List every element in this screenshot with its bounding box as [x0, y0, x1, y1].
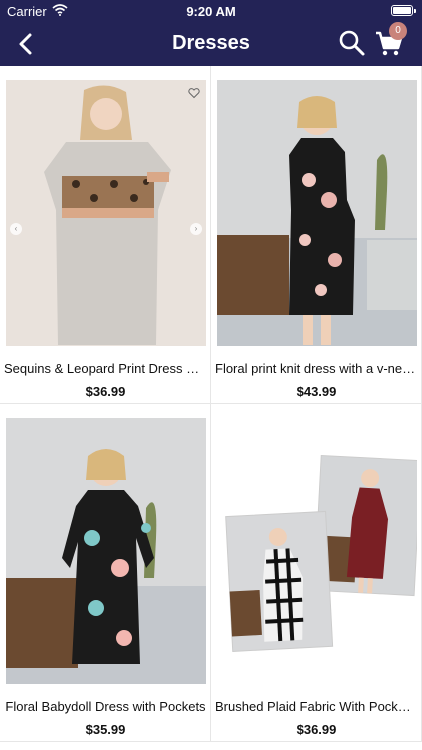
clock: 9:20 AM	[186, 4, 236, 19]
product-name: Floral Babydoll Dress with Pockets	[5, 699, 206, 714]
favorite-button[interactable]	[188, 86, 200, 99]
chevron-left-icon[interactable]: ‹	[10, 223, 22, 235]
product-name: Brushed Plaid Fabric With Pocket...	[215, 699, 418, 714]
product-price: $35.99	[85, 722, 126, 737]
product-image[interactable]	[6, 418, 206, 684]
battery-icon	[391, 5, 416, 16]
product-card[interactable]: Floral print knit dress with a v-nec... …	[211, 66, 422, 404]
nav-bar: Dresses 0	[0, 22, 422, 66]
search-button[interactable]	[338, 29, 366, 57]
product-price: $36.99	[85, 384, 126, 399]
product-card[interactable]: Floral Babydoll Dress with Pockets $35.9…	[0, 404, 211, 742]
product-card[interactable]: Brushed Plaid Fabric With Pocket... $36.…	[211, 404, 422, 742]
product-image[interactable]: ‹ ›	[6, 80, 206, 346]
product-name: Sequins & Leopard Print Dress Wi...	[4, 361, 207, 376]
product-card[interactable]: ‹ › Sequins & Leopard Print Dress Wi... …	[0, 66, 211, 404]
search-icon	[339, 30, 365, 56]
back-button[interactable]	[10, 28, 44, 60]
back-arrow-icon	[19, 33, 32, 55]
product-image[interactable]	[217, 418, 417, 684]
cart-count-badge: 0	[389, 22, 407, 40]
chevron-right-icon[interactable]: ›	[190, 223, 202, 235]
product-name: Floral print knit dress with a v-nec...	[215, 361, 418, 376]
product-grid: ‹ › Sequins & Leopard Print Dress Wi... …	[0, 66, 422, 750]
product-image[interactable]	[217, 80, 417, 346]
product-price: $43.99	[296, 384, 337, 399]
product-price: $36.99	[296, 722, 337, 737]
status-bar: Carrier 9:20 AM	[0, 0, 422, 22]
heart-icon	[188, 88, 200, 99]
